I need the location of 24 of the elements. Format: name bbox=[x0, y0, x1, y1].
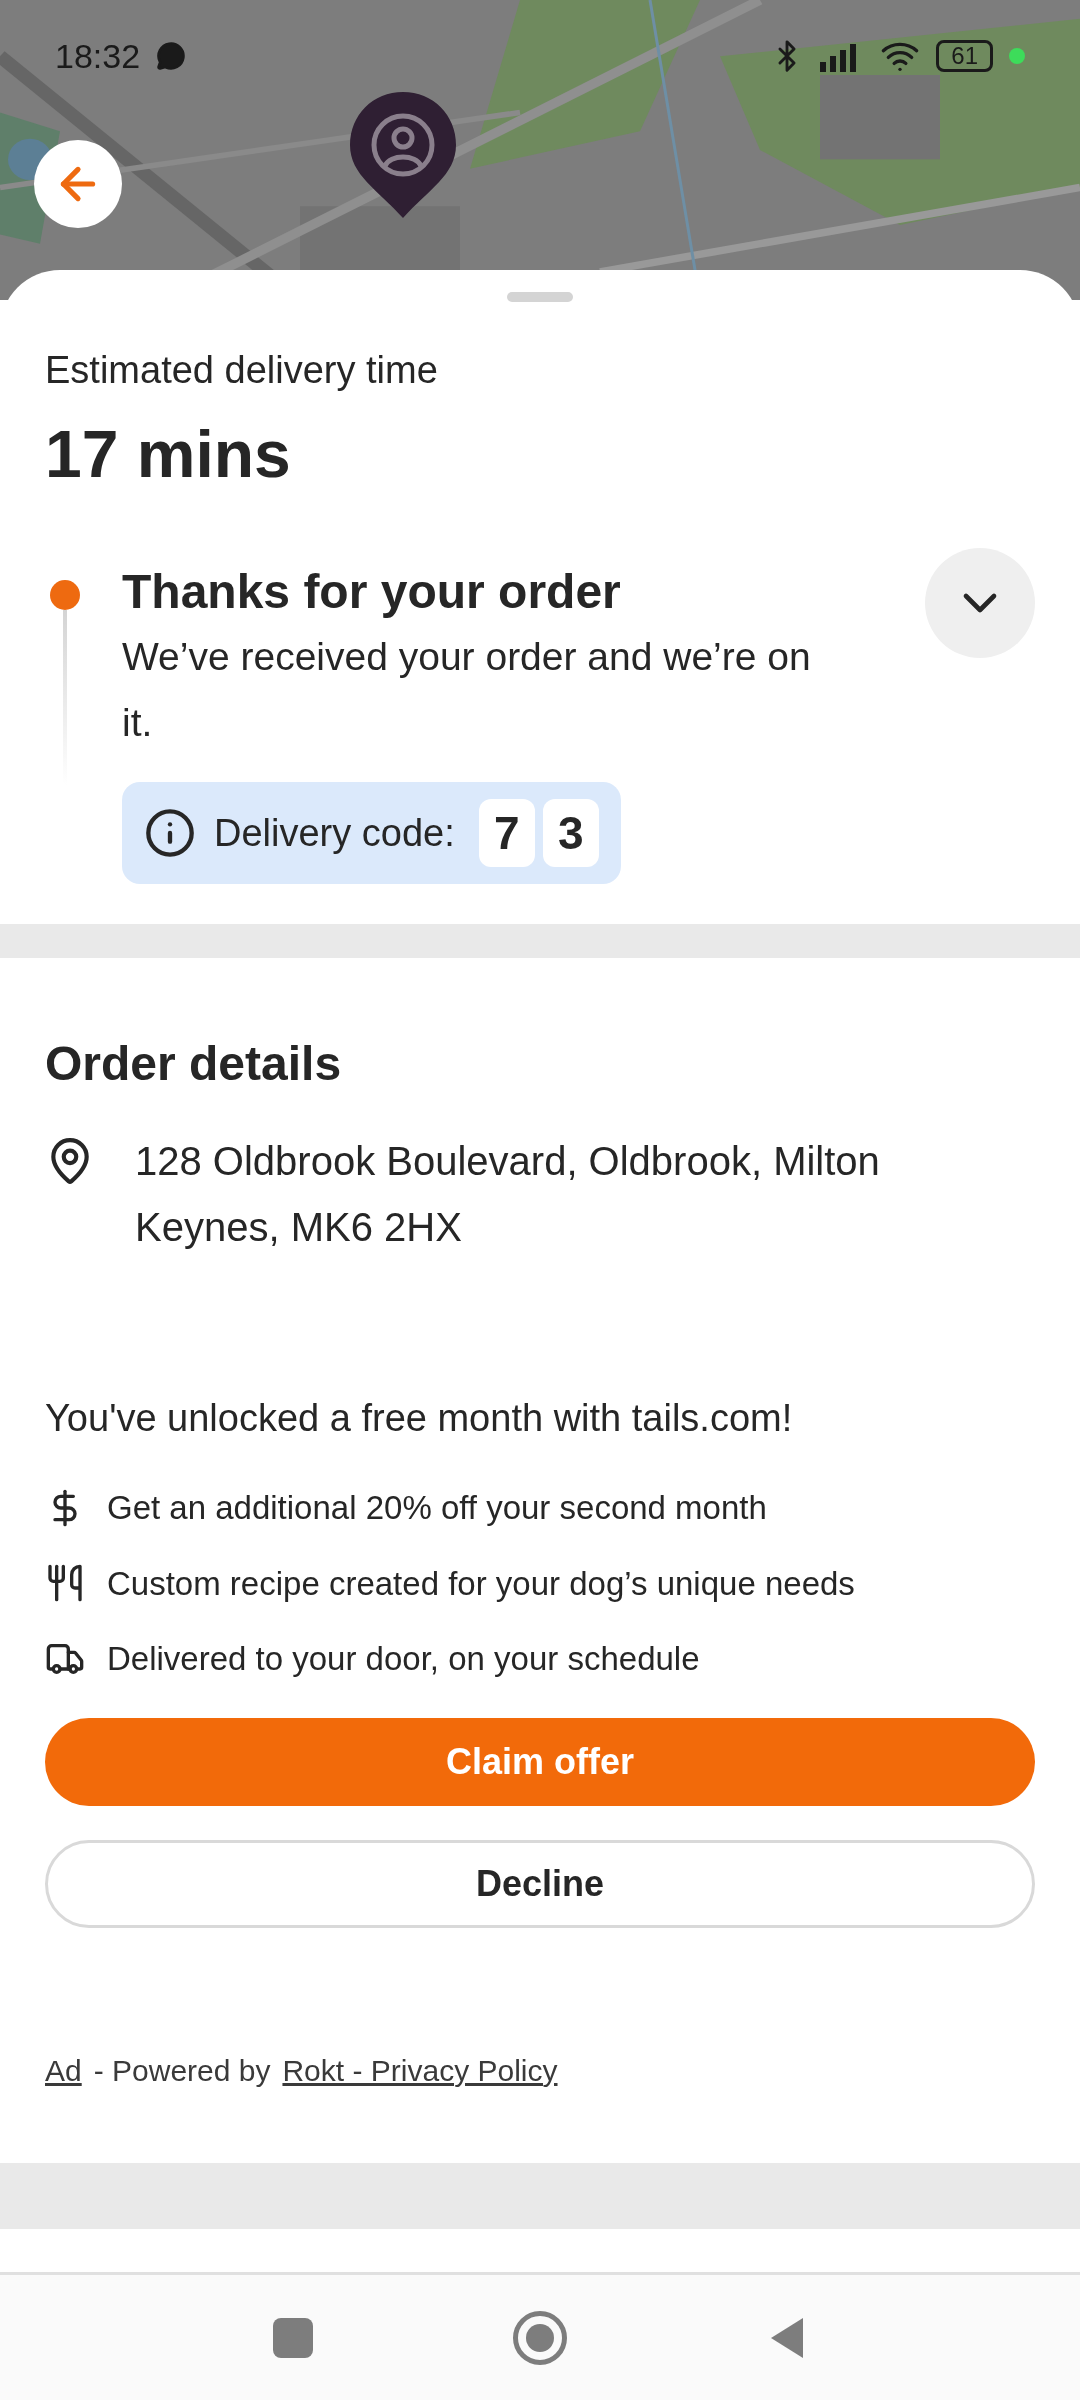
step-description: We’ve received your order and we’re on it. bbox=[122, 634, 812, 746]
step-title: Thanks for your order bbox=[122, 564, 622, 620]
info-icon bbox=[144, 807, 196, 859]
status-time: 18:32 bbox=[55, 35, 141, 77]
code-digit: 3 bbox=[542, 799, 599, 867]
drag-handle[interactable] bbox=[507, 292, 573, 302]
footer-link[interactable]: Rokt - Privacy Policy bbox=[282, 2047, 558, 2093]
benefit-text: Delivered to your door, on your schedule bbox=[107, 1639, 700, 1679]
order-details-title: Order details bbox=[45, 1036, 343, 1092]
footer-text: - Powered by bbox=[93, 2052, 271, 2089]
delivery-address: 128 Oldbrook Boulevard, Oldbrook, Milton Keynes, MK6 2HX bbox=[135, 1138, 881, 1251]
eta-value: 17 mins bbox=[45, 416, 292, 493]
eta-label: Estimated delivery time bbox=[45, 348, 439, 393]
benefit-text: Custom recipe created for your dog’s unique needs bbox=[107, 1563, 855, 1604]
home-button[interactable] bbox=[513, 2310, 567, 2365]
recents-button[interactable] bbox=[273, 2317, 313, 2358]
offer-headline: You've unlocked a free month with tails.com! bbox=[45, 1396, 794, 1441]
footer-link[interactable]: Ad bbox=[45, 2047, 82, 2093]
benefit-text: Get an additional 20% off your second month bbox=[107, 1488, 767, 1528]
code-digit: 7 bbox=[478, 799, 535, 867]
battery-indicator: 61 bbox=[936, 40, 993, 72]
cutlery-icon bbox=[45, 1563, 85, 1604]
decline-button[interactable]: Decline bbox=[45, 1839, 1035, 1928]
delivery-code-label: Delivery code: bbox=[214, 810, 455, 856]
